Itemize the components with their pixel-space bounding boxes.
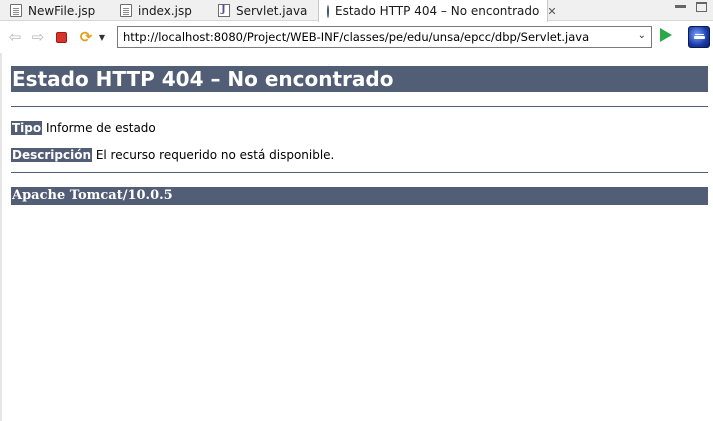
maximize-icon[interactable] [696, 2, 707, 12]
page-title: Estado HTTP 404 – No encontrado [11, 66, 708, 92]
type-row: Tipo Informe de estado [11, 120, 156, 136]
browser-page: Estado HTTP 404 – No encontrado Tipo Inf… [0, 53, 713, 421]
divider [11, 106, 708, 107]
jsp-file-icon [120, 4, 132, 17]
type-value: Informe de estado [45, 121, 156, 135]
description-value: El recurso requerido no está disponible. [95, 148, 335, 162]
type-label: Tipo [11, 121, 43, 135]
description-label: Descripción [11, 148, 92, 162]
divider [11, 172, 708, 173]
forward-icon: ⇨ [31, 27, 45, 46]
browser-toolbar: ⇦ ⇨ ⟳ ▼ ⌄ [0, 22, 713, 52]
go-icon[interactable] [660, 28, 672, 42]
server-info: Apache Tomcat/10.0.5 [11, 187, 708, 205]
back-icon: ⇦ [8, 27, 22, 46]
java-file-icon: J [218, 4, 230, 17]
minimize-icon[interactable] [675, 5, 686, 15]
url-input[interactable] [118, 28, 628, 46]
refresh-icon: ⟳ [79, 27, 93, 46]
dropdown-arrow-icon: ▼ [98, 32, 106, 42]
description-row: Descripción El recurso requerido no está… [11, 147, 334, 163]
back-button[interactable]: ⇦ [6, 28, 24, 46]
url-history-dropdown-icon[interactable]: ⌄ [638, 30, 646, 41]
forward-button[interactable]: ⇨ [29, 28, 47, 46]
stop-icon [55, 31, 67, 43]
tab-label: Servlet.java [236, 3, 308, 18]
eclipse-icon[interactable] [688, 26, 710, 48]
refresh-menu-button[interactable]: ▼ [96, 28, 108, 46]
window-controls [675, 2, 707, 15]
refresh-button[interactable]: ⟳ [77, 28, 95, 46]
tab-newfile-jsp[interactable]: NewFile.jsp [2, 0, 108, 21]
tab-servlet-java[interactable]: J Servlet.java [210, 0, 318, 21]
tab-index-jsp[interactable]: index.jsp [112, 0, 210, 21]
tab-label: NewFile.jsp [28, 3, 96, 18]
tab-label: Estado HTTP 404 – No encontrado [335, 4, 540, 18]
globe-icon [327, 4, 329, 18]
stop-button[interactable] [52, 28, 70, 46]
url-bar[interactable]: ⌄ [117, 26, 652, 48]
editor-tab-bar: NewFile.jsp index.jsp J Servlet.java Est… [0, 0, 713, 22]
close-icon[interactable]: ✕ [547, 5, 556, 18]
tab-estado-http-404[interactable]: Estado HTTP 404 – No encontrado ✕ [318, 0, 557, 22]
jsp-file-icon [10, 4, 22, 17]
tab-label: index.jsp [138, 3, 192, 18]
